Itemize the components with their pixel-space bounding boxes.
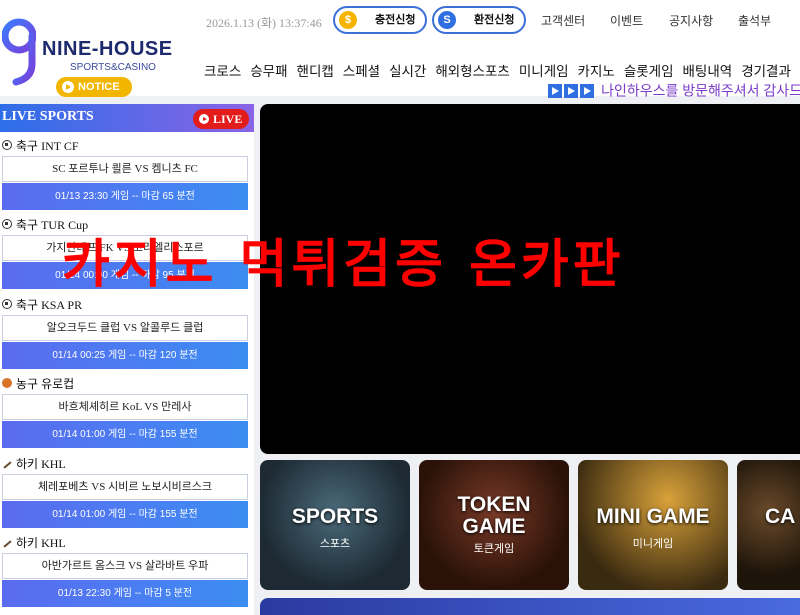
- league-name: 농구 유로컵: [16, 377, 75, 391]
- exchange-request-button[interactable]: S 환전신청: [432, 6, 526, 34]
- current-datetime: 2026.1.13 (화) 13:37:46: [206, 16, 322, 30]
- exchange-coin-icon: S: [438, 11, 456, 29]
- tile-title-line2: GAME: [462, 515, 526, 538]
- nav-item-special[interactable]: 스페셜: [343, 60, 380, 80]
- nav-item-bet-history[interactable]: 배팅내역: [683, 60, 733, 80]
- nav-item-results[interactable]: 경기결과: [741, 60, 791, 80]
- live-match: 하키 KHL 체레포베츠 VS 시비르 노보시비르스크 01/14 01:00 …: [0, 453, 254, 533]
- live-match: 하키 KHL 아반가르트 옴스크 VS 살라바트 우파 01/13 22:30 …: [0, 532, 254, 612]
- nav-item-cross[interactable]: 크로스: [204, 60, 241, 80]
- league-label: 농구 유로컵: [2, 375, 74, 391]
- live-sports-title: LIVE SPORTS: [2, 109, 94, 124]
- charge-request-button[interactable]: $ 충전신청: [333, 6, 427, 34]
- live-sports-header: LIVE SPORTS LIVE: [0, 104, 254, 132]
- match-teams[interactable]: 체레포베츠 VS 시비르 노보시비르스크: [2, 474, 248, 500]
- hockey-stick-icon: [2, 537, 12, 547]
- play-icon: [564, 83, 578, 98]
- nav-item-slot[interactable]: 슬롯게임: [624, 60, 674, 80]
- nav-item-win-draw-lose[interactable]: 승무패: [250, 60, 287, 80]
- soccer-ball-icon: [2, 299, 12, 309]
- main-nav: 크로스 승무패 핸디캡 스페셜 실시간 해외형스포츠 미니게임 카지노 슬롯게임 배팅내역 경기결과: [204, 60, 800, 80]
- match-time: 01/13 22:30 게임 -- 마감 5 분전: [2, 580, 248, 607]
- notice-button[interactable]: NOTICE: [56, 77, 132, 97]
- won-coin-icon: $: [339, 11, 357, 29]
- live-match: 축구 KSA PR 알오크두드 클럽 VS 알콜루드 클럽 01/14 00:2…: [0, 294, 254, 374]
- soccer-ball-icon: [2, 140, 12, 150]
- tile-title: MINI GAME: [596, 505, 710, 528]
- league-label: 하키 KHL: [2, 534, 66, 550]
- mini-game-tile[interactable]: MINI GAME 미니게임: [578, 460, 728, 590]
- live-match: 축구 INT CF SC 포르투나 쾰른 VS 켐니츠 FC 01/13 23:…: [0, 135, 254, 215]
- sports-game-tile[interactable]: SPORTS 스포츠: [260, 460, 410, 590]
- basketball-icon: [2, 378, 12, 388]
- league-name: 하키 KHL: [16, 457, 66, 471]
- notice-link[interactable]: 공지사항: [669, 12, 713, 29]
- tile-subtitle: 미니게임: [632, 538, 674, 550]
- announcement-marquee: 나인하우스를 방문해주셔서 감사드: [548, 80, 800, 99]
- charge-label: 충전신청: [375, 14, 416, 26]
- token-game-tile[interactable]: TOKEN GAME 토큰게임: [419, 460, 569, 590]
- event-link[interactable]: 이벤트: [610, 12, 643, 29]
- league-name: 하키 KHL: [16, 536, 66, 550]
- tile-title-line1: TOKEN: [457, 493, 531, 516]
- customer-center-link[interactable]: 고객센터: [541, 12, 585, 29]
- notice-label: NOTICE: [78, 81, 120, 93]
- league-label: 축구 KSA PR: [2, 296, 82, 312]
- league-name: 축구 KSA PR: [16, 298, 83, 312]
- match-teams[interactable]: SC 포르투나 쾰른 VS 켐니츠 FC: [2, 156, 248, 182]
- match-teams[interactable]: 아반가르트 옴스크 VS 살라바트 우파: [2, 553, 248, 579]
- page: NINE-HOUSE SPORTS&CASINO NOTICE 2026.1.1…: [0, 0, 800, 615]
- live-match: 농구 유로컵 바흐체셰히르 KoL VS 만레사 01/14 01:00 게임 …: [0, 373, 254, 453]
- exchange-label: 환전신청: [474, 14, 515, 26]
- play-icon: [580, 83, 594, 98]
- play-icon: [62, 81, 74, 93]
- match-time: 01/14 00:25 게임 -- 마감 120 분전: [2, 342, 248, 369]
- tile-subtitle: 토큰게임: [473, 543, 515, 555]
- tile-title: TOKEN GAME: [419, 494, 569, 538]
- nav-item-overseas-sports[interactable]: 해외형스포츠: [435, 60, 510, 80]
- marquee-message: 나인하우스를 방문해주셔서 감사드: [601, 82, 800, 99]
- nav-item-casino[interactable]: 카지노: [578, 60, 615, 80]
- league-label: 하키 KHL: [2, 455, 66, 471]
- match-time: 01/14 01:00 게임 -- 마감 155 분전: [2, 501, 248, 528]
- play-icon: [548, 83, 562, 98]
- live-sports-panel: LIVE SPORTS LIVE 축구 INT CF SC 포르투나 쾰른 VS…: [0, 104, 254, 615]
- league-name: 축구 INT CF: [16, 139, 79, 153]
- soccer-ball-icon: [2, 219, 12, 229]
- match-teams[interactable]: 바흐체셰히르 KoL VS 만레사: [2, 394, 248, 420]
- bottom-banner-strip[interactable]: [260, 598, 800, 615]
- casino-game-tile[interactable]: CA: [737, 460, 800, 590]
- watermark-overlay-text: 카지노 먹튀검증 온카판: [62, 235, 625, 295]
- nav-item-live[interactable]: 실시간: [389, 60, 426, 80]
- tile-title: SPORTS: [291, 505, 379, 528]
- attendance-link[interactable]: 출석부: [738, 12, 771, 29]
- tile-subtitle: 스포츠: [319, 538, 351, 550]
- match-time: 01/14 01:00 게임 -- 마감 155 분전: [2, 421, 248, 448]
- logo-nine-icon: [2, 18, 36, 86]
- hockey-stick-icon: [2, 458, 12, 468]
- match-teams[interactable]: 알오크두드 클럽 VS 알콜루드 클럽: [2, 315, 248, 341]
- tile-title: CA: [765, 505, 796, 528]
- logo-subtitle: SPORTS&CASINO: [70, 62, 156, 73]
- nav-item-handicap[interactable]: 핸디캡: [297, 60, 334, 80]
- live-badge[interactable]: LIVE: [193, 109, 249, 129]
- match-time: 01/13 23:30 게임 -- 마감 65 분전: [2, 183, 248, 210]
- league-label: 축구 INT CF: [2, 137, 79, 153]
- site-logo[interactable]: NINE-HOUSE SPORTS&CASINO NOTICE: [0, 10, 190, 97]
- logo-title: NINE-HOUSE: [42, 38, 173, 60]
- site-header: NINE-HOUSE SPORTS&CASINO NOTICE 2026.1.1…: [0, 0, 800, 99]
- nav-item-minigame[interactable]: 미니게임: [519, 60, 569, 80]
